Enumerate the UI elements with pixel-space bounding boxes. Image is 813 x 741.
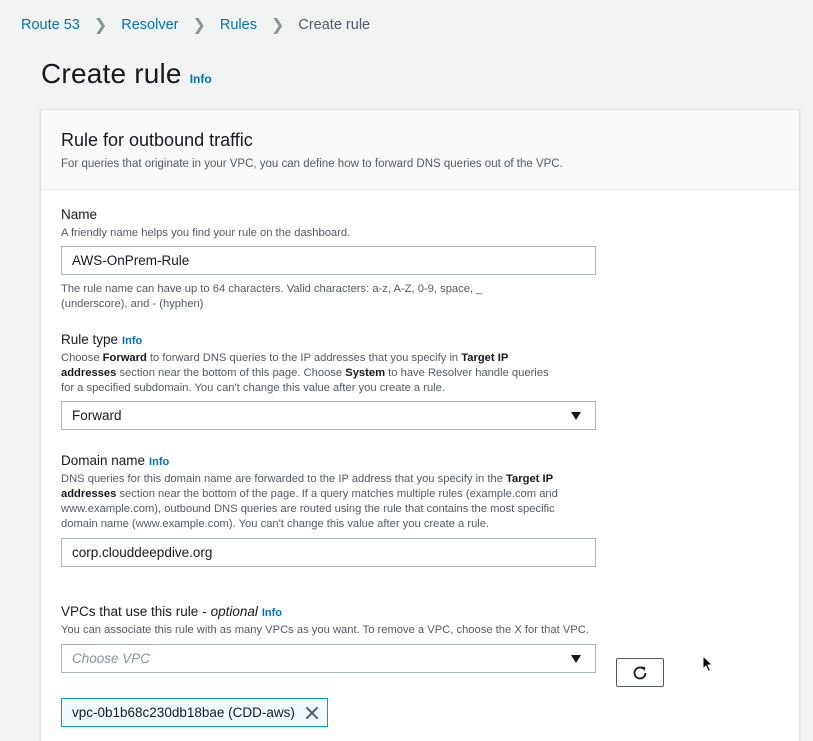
caret-down-icon [571,654,581,663]
domain-name-input[interactable]: corp.clouddeepdive.org [61,538,596,567]
vpc-token-label: vpc-0b1b68c230db18bae (CDD-aws) [72,705,295,720]
name-constraint: The rule name can have up to 64 characte… [61,283,483,310]
caret-down-icon [571,411,581,420]
name-field: Name A friendly name helps you find your… [61,207,596,312]
chevron-right-icon: ❯ [270,17,285,34]
rule-type-info-link[interactable]: Info [122,335,142,347]
domain-name-info-link[interactable]: Info [149,456,169,468]
outbound-rule-panel: Rule for outbound traffic For queries th… [40,109,800,741]
name-label: Name [61,207,98,222]
breadcrumb-rules[interactable]: Rules [220,17,257,33]
breadcrumb: Route 53 ❯ Resolver ❯ Rules ❯ Create rul… [21,15,370,35]
choose-vpc-select[interactable]: Choose VPC [61,644,596,673]
page-header: Create rule Info [41,58,212,90]
vpcs-label: VPCs that use this rule - optional Info [61,604,283,619]
mouse-pointer-icon [702,655,714,673]
panel-title: Rule for outbound traffic [61,130,253,150]
domain-name-description: DNS queries for this domain name are for… [61,473,558,530]
chevron-right-icon: ❯ [192,17,206,34]
vpcs-description: You can associate this rule with as many… [61,624,589,636]
domain-name-field: Domain name Info DNS queries for this do… [61,453,596,567]
name-description: A friendly name helps you find your rule… [61,227,351,239]
rule-type-field: Rule type Info Choose Forward to forward… [61,332,596,430]
vpcs-info-link[interactable]: Info [262,607,282,619]
panel-description: For queries that originate in your VPC, … [61,158,563,170]
page-info-link[interactable]: Info [190,72,212,86]
refresh-icon [633,666,647,679]
vpcs-field: VPCs that use this rule - optional Info … [61,604,596,673]
panel-header: Rule for outbound traffic For queries th… [41,110,799,190]
close-icon[interactable] [305,706,319,720]
vpc-token: vpc-0b1b68c230db18bae (CDD-aws) [61,698,328,727]
rule-type-label: Rule type Info [61,332,143,347]
breadcrumb-route53[interactable]: Route 53 [21,17,80,33]
breadcrumb-current: Create rule [298,17,371,33]
domain-name-label: Domain name Info [61,453,170,468]
breadcrumb-resolver[interactable]: Resolver [121,17,178,33]
page-title: Create rule [41,58,182,89]
name-input[interactable]: AWS-OnPrem-Rule [61,246,596,275]
rule-type-description: Choose Forward to forward DNS queries to… [61,352,549,394]
rule-type-select[interactable]: Forward [61,401,596,430]
refresh-vpcs-button[interactable] [616,658,664,687]
chevron-right-icon: ❯ [93,17,108,34]
